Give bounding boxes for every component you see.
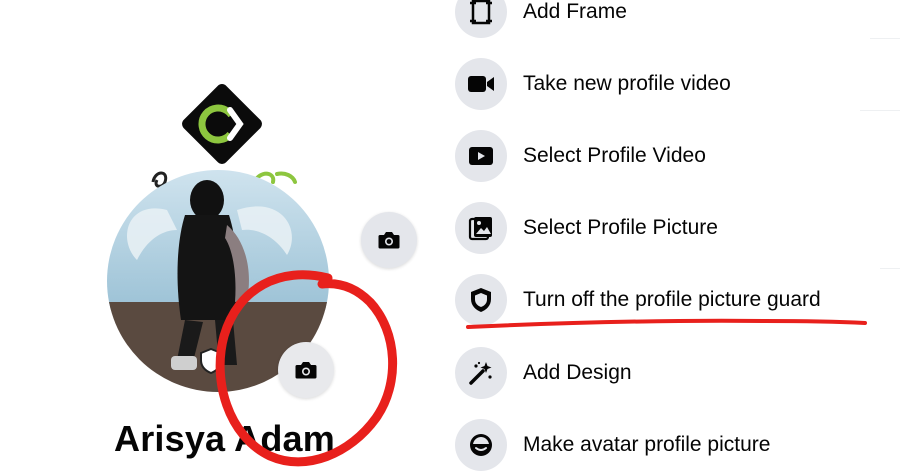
camera-icon [378, 232, 400, 249]
profile-picture-menu: Add Frame Take new profile video Select … [455, 0, 900, 471]
photos-icon [455, 202, 507, 254]
menu-item-label: Turn off the profile picture guard [523, 288, 821, 311]
brand-logo [182, 84, 262, 164]
menu-item-take-profile-video[interactable]: Take new profile video [455, 56, 895, 112]
camera-button-profile[interactable] [278, 342, 334, 398]
menu-item-label: Take new profile video [523, 72, 731, 95]
camera-icon [295, 362, 317, 379]
divider [860, 110, 900, 111]
menu-item-label: Make avatar profile picture [523, 433, 771, 456]
shield-icon [200, 348, 222, 374]
shield-icon [455, 274, 507, 326]
menu-item-make-avatar[interactable]: Make avatar profile picture [455, 417, 895, 473]
menu-item-select-profile-picture[interactable]: Select Profile Picture [455, 200, 895, 256]
frame-icon [455, 0, 507, 38]
camera-button-cover[interactable] [361, 212, 417, 268]
menu-item-add-design[interactable]: Add Design [455, 345, 895, 401]
menu-item-label: Add Frame [523, 0, 627, 23]
magic-wand-icon [455, 347, 507, 399]
video-camera-icon [455, 58, 507, 110]
avatar-face-icon [455, 419, 507, 471]
profile-pane: Arisya Adam [0, 0, 440, 471]
menu-item-label: Select Profile Video [523, 144, 706, 167]
menu-item-label: Add Design [523, 361, 632, 384]
menu-item-profile-picture-guard[interactable]: Turn off the profile picture guard [455, 272, 895, 328]
menu-item-add-frame[interactable]: Add Frame [455, 0, 895, 40]
menu-item-select-profile-video[interactable]: Select Profile Video [455, 128, 895, 184]
divider [870, 38, 900, 39]
menu-item-label: Select Profile Picture [523, 216, 718, 239]
divider [880, 268, 900, 269]
play-icon [455, 130, 507, 182]
profile-name: Arisya Adam [114, 418, 335, 459]
